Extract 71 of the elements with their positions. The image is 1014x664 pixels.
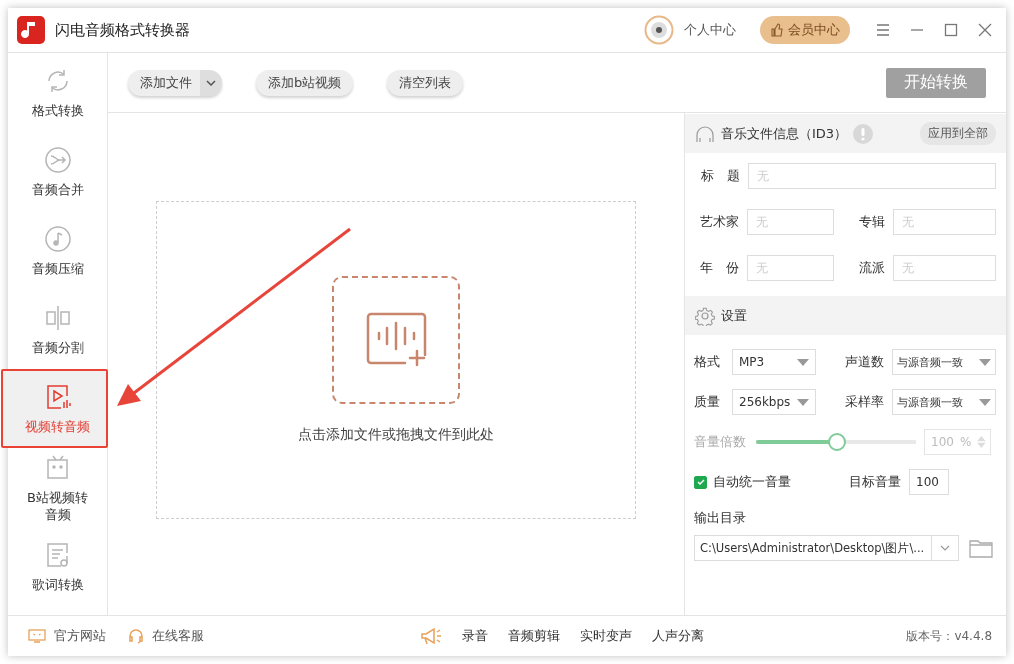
dropdown[interactable]: 与源音频一致 xyxy=(892,349,996,375)
thumbs-up-icon xyxy=(770,23,784,37)
dropdown-arrow-icon xyxy=(797,398,809,406)
field-label: 艺术家 xyxy=(698,213,740,231)
settings-icon xyxy=(695,305,715,326)
close-icon[interactable] xyxy=(978,23,992,37)
monitor-icon xyxy=(28,629,46,643)
field-label: 标 题 xyxy=(700,167,741,185)
field-label: 格式 xyxy=(694,353,721,371)
sidebar-item[interactable]: 音频压缩 xyxy=(1,211,108,290)
megaphone-icon xyxy=(420,626,443,646)
field-label: 声道数 xyxy=(844,353,885,371)
vip-center-button[interactable]: 会员中心 xyxy=(760,16,850,44)
tool-link[interactable]: 音频剪辑 xyxy=(508,627,561,645)
field-label: 目标音量 xyxy=(848,473,902,491)
field-label: 专辑 xyxy=(858,213,886,231)
add-bilibili-video-button[interactable]: 添加b站视频 xyxy=(256,69,354,96)
sidebar-item[interactable]: B站视频转音频 xyxy=(1,448,108,527)
window-title: 闪电音频格式转换器 xyxy=(55,20,190,40)
field-label: 输出目录 xyxy=(694,509,747,527)
sidebar-item[interactable]: 音频分割 xyxy=(1,290,108,369)
checkmark-icon xyxy=(695,477,706,487)
footer-link[interactable]: 在线客服 xyxy=(152,627,204,645)
merge-icon xyxy=(42,145,73,175)
drop-hint: 点击添加文件或拖拽文件到此处 xyxy=(298,426,494,444)
sidebar-item[interactable]: 视频转音频 xyxy=(1,369,108,448)
caret-icon xyxy=(940,545,950,551)
field-label: 音量倍数 xyxy=(694,433,747,451)
dropdown-arrow-icon xyxy=(979,358,991,366)
tool-link[interactable]: 录音 xyxy=(462,627,489,645)
app-logo-icon xyxy=(17,16,45,44)
checkbox-label: 自动统一音量 xyxy=(713,473,792,491)
sidebar-item[interactable]: 格式转换 xyxy=(1,53,108,132)
tool-link[interactable]: 实时变声 xyxy=(580,627,633,645)
dropdown[interactable]: 与源音频一致 xyxy=(892,389,996,415)
version-label: 版本号：v4.4.8 xyxy=(906,627,992,645)
menu-icon[interactable] xyxy=(876,23,890,37)
checkbox[interactable] xyxy=(694,475,707,489)
music-note-icon xyxy=(42,224,73,254)
sidebar-item[interactable]: 歌词转换 xyxy=(1,527,108,606)
spin-arrows-icon xyxy=(977,434,986,450)
headset-icon xyxy=(128,628,144,644)
field-label: 质量 xyxy=(694,393,721,411)
field-label: 年 份 xyxy=(698,259,740,277)
add-file-button[interactable]: 添加文件 xyxy=(128,69,222,96)
user-center-link[interactable]: 个人中心 xyxy=(684,21,736,39)
drop-zone[interactable]: 点击添加文件或拖拽文件到此处 xyxy=(156,201,636,519)
target-volume-field[interactable]: 100 xyxy=(909,469,949,495)
audio-add-icon xyxy=(365,311,427,369)
caret-icon xyxy=(206,79,216,86)
sidebar-item[interactable]: 音频合并 xyxy=(1,132,108,211)
field-label: 流派 xyxy=(858,259,886,277)
folder-icon[interactable] xyxy=(969,538,993,558)
dropdown[interactable]: MP3 xyxy=(732,349,816,375)
clear-list-button[interactable]: 清空列表 xyxy=(387,69,464,96)
maximize-icon[interactable] xyxy=(944,23,958,37)
avatar-icon xyxy=(644,15,674,45)
headphones-icon xyxy=(695,123,715,144)
dropdown[interactable]: 256kbps xyxy=(732,389,816,415)
field-label: 采样率 xyxy=(844,393,885,411)
info-icon xyxy=(853,123,874,144)
slider-thumb[interactable] xyxy=(828,433,846,451)
output-path-combobox[interactable]: C:\Users\Administrator\Desktop\图片\... xyxy=(694,535,959,561)
apply-to-all-button[interactable]: 应用到全部 xyxy=(920,122,996,145)
section-title: 设置 xyxy=(721,306,747,325)
section-title: 音乐文件信息（ID3） xyxy=(721,124,848,143)
footer-link[interactable]: 官方网站 xyxy=(54,627,106,645)
tool-link[interactable]: 人声分离 xyxy=(652,627,705,645)
add-audio-tile[interactable] xyxy=(332,276,460,404)
dropdown-arrow-icon xyxy=(797,358,809,366)
dropdown-arrow-icon xyxy=(979,398,991,406)
